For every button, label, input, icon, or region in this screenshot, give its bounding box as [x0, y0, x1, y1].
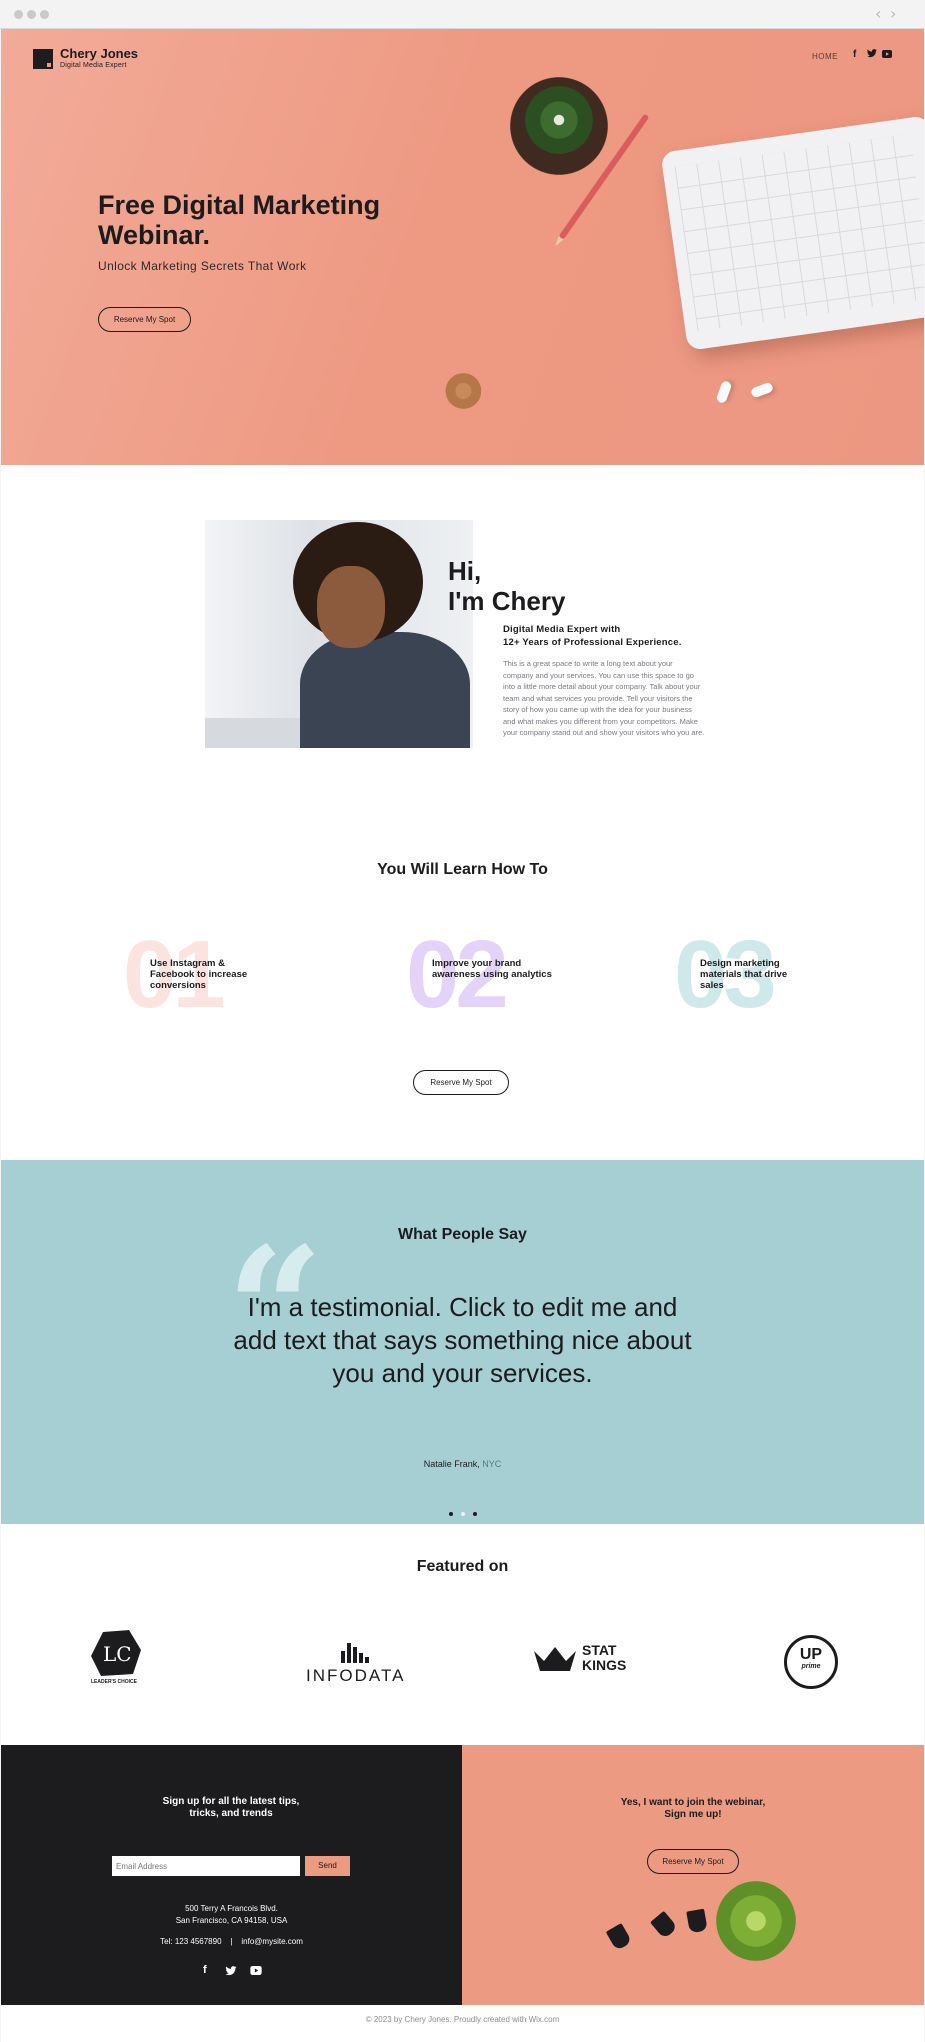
up-prime-caption: prime	[801, 1663, 821, 1670]
youtube-icon[interactable]	[882, 50, 892, 61]
earbud-image	[715, 379, 733, 405]
learn-reserve-button[interactable]: Reserve My Spot	[413, 1070, 509, 1095]
hero-section: Chery Jones Digital Media Expert HOME f …	[1, 29, 924, 465]
profile-photo	[205, 520, 473, 748]
brand-logo-icon[interactable]	[33, 49, 53, 69]
leaders-choice-mark: LC	[103, 1642, 132, 1666]
keyboard-image	[660, 115, 924, 351]
about-body-text: This is a great space to write a long te…	[503, 659, 705, 737]
pencil-shavings-image	[441, 371, 497, 411]
about-subtitle: Digital Media Expert with 12+ Years of P…	[503, 623, 713, 649]
window-maximize-dot[interactable]	[40, 10, 49, 19]
join-title-line: Yes, I want to join the webinar,	[620, 1797, 766, 1808]
brand-subtitle: Digital Media Expert	[60, 62, 127, 69]
copyright-text: © 2023 by Chery Jones. Proudly created w…	[1, 2005, 924, 2042]
join-title: Yes, I want to join the webinar, Sign me…	[593, 1797, 793, 1821]
slider-dot-active[interactable]	[461, 1512, 465, 1516]
hero-subtitle: Unlock Marketing Secrets That Work	[98, 259, 307, 273]
window-close-dot[interactable]	[14, 10, 23, 19]
succulent-plant-image	[711, 1876, 801, 1966]
crown-icon	[534, 1647, 576, 1671]
up-prime-logo[interactable]: UP prime	[784, 1635, 838, 1689]
forward-arrow-icon[interactable]: ›	[890, 4, 896, 23]
twitter-icon[interactable]	[867, 49, 877, 61]
leaders-choice-logo[interactable]: LC LEADER'S CHOICE	[89, 1630, 143, 1690]
send-button[interactable]: Send	[305, 1856, 350, 1876]
learn-section-title: You Will Learn How To	[377, 861, 548, 878]
testimonial-text[interactable]: I'm a testimonial. Click to edit me and …	[231, 1291, 694, 1390]
address-line: 500 Terry A Francois Blvd.	[185, 1904, 278, 1913]
slider-dot[interactable]	[473, 1512, 477, 1516]
browser-chrome: ‹ ›	[0, 0, 925, 29]
hero-reserve-button[interactable]: Reserve My Spot	[98, 307, 191, 332]
brand-name[interactable]: Chery Jones	[60, 46, 138, 61]
youtube-icon[interactable]	[250, 1966, 262, 1978]
testimonial-section-title: What People Say	[398, 1226, 527, 1243]
webpage: Chery Jones Digital Media Expert HOME f …	[1, 29, 924, 2042]
back-arrow-icon[interactable]: ‹	[875, 4, 881, 23]
facebook-icon[interactable]: f	[203, 1964, 207, 1976]
binder-clip-image	[650, 1910, 678, 1940]
about-subtitle-line: 12+ Years of Professional Experience.	[503, 637, 682, 648]
binder-clip-image	[605, 1922, 633, 1952]
up-prime-mark: UP	[799, 1646, 823, 1663]
infodata-wordmark: INFODATA	[306, 1666, 406, 1685]
infodata-logo[interactable]: INFODATA	[306, 1641, 406, 1685]
learn-item-text: Design marketing materials that drive sa…	[700, 958, 788, 991]
window-minimize-dot[interactable]	[27, 10, 36, 19]
greeting-line: I'm Chery	[448, 586, 566, 616]
signup-title-line: tricks, and trends	[189, 1808, 273, 1819]
testimonial-location: NYC	[482, 1459, 502, 1469]
footer-join-panel	[462, 1745, 924, 2005]
about-greeting: Hi, I'm Chery	[448, 556, 565, 616]
greeting-line: Hi,	[448, 556, 482, 586]
stat-kings-logo[interactable]: STAT KINGS	[534, 1643, 630, 1679]
testimonial-author: Natalie Frank, NYC	[1, 1459, 924, 1469]
signup-title-line: Sign up for all the latest tips,	[162, 1796, 300, 1807]
address-line: San Francisco, CA 94158, USA	[175, 1916, 288, 1925]
facebook-icon[interactable]: f	[853, 49, 856, 60]
slider-dot[interactable]	[449, 1512, 453, 1516]
email-input[interactable]	[112, 1856, 300, 1876]
join-title-line: Sign me up!	[664, 1809, 722, 1820]
earbud-image	[749, 381, 775, 399]
learn-item-text: Improve your brand awareness using analy…	[432, 958, 552, 980]
hero-title: Free Digital Marketing Webinar.	[98, 190, 381, 250]
bar-chart-icon	[341, 1643, 369, 1663]
stat-kings-line: STAT	[582, 1642, 617, 1658]
nav-home-link[interactable]: HOME	[812, 52, 838, 61]
leaders-choice-caption: LEADER'S CHOICE	[91, 1679, 137, 1685]
contact-info[interactable]: Tel: 123 4567890 | info@mysite.com	[1, 1937, 462, 1946]
testimonial-author-name: Natalie Frank,	[423, 1459, 480, 1469]
stat-kings-line: KINGS	[582, 1657, 627, 1673]
signup-title: Sign up for all the latest tips, tricks,…	[131, 1796, 331, 1820]
about-subtitle-line: Digital Media Expert with	[503, 624, 621, 635]
learn-item-text: Use Instagram & Facebook to increase con…	[150, 958, 248, 991]
footer-reserve-button[interactable]: Reserve My Spot	[647, 1849, 739, 1874]
succulent-plant-image	[502, 69, 616, 183]
binder-clip-image	[686, 1908, 708, 1934]
twitter-icon[interactable]	[225, 1966, 237, 1979]
featured-section-title: Featured on	[416, 1558, 509, 1575]
